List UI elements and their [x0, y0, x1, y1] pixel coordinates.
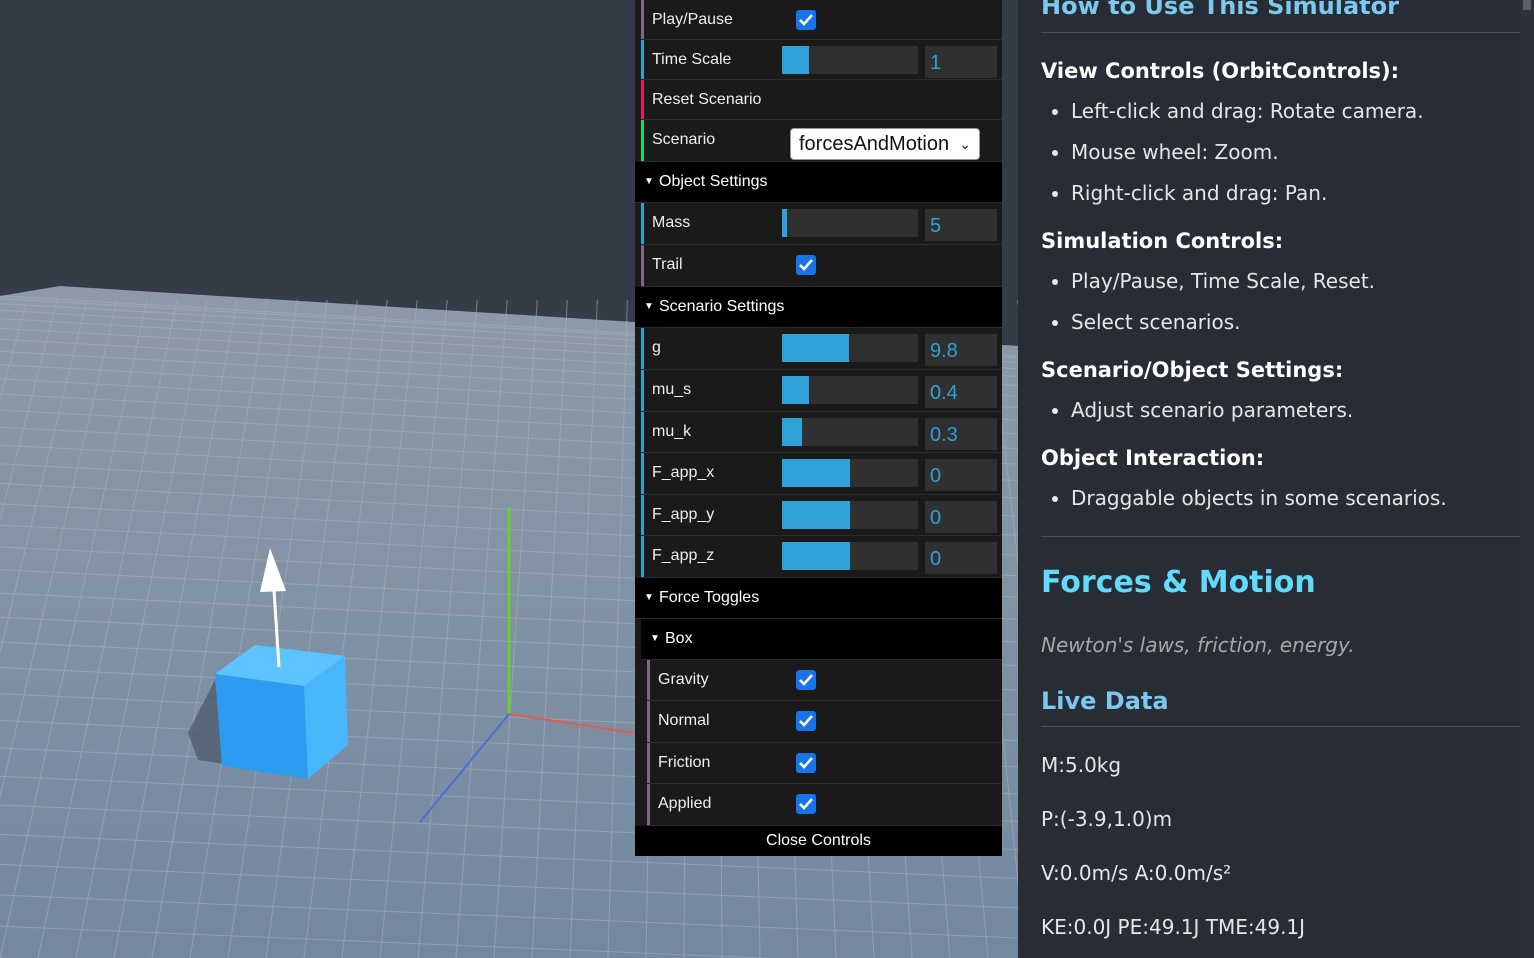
list-item: Mouse wheel: Zoom.	[1052, 140, 1279, 164]
list-item: Select scenarios.	[1052, 310, 1241, 334]
reset-scenario-label: Reset Scenario	[652, 91, 762, 108]
live-data-heading: Live Data	[1041, 687, 1169, 715]
param-row-mu-s: mu_s 0.4	[641, 370, 1002, 412]
chevron-down-icon: ⌄	[959, 136, 971, 152]
trail-checkbox[interactable]	[796, 255, 816, 275]
info-panel: How to Use This Simulator View Controls …	[1018, 0, 1534, 958]
object-settings-title: Object Settings	[659, 173, 768, 190]
param-input[interactable]: 0.4	[925, 376, 997, 408]
box-folder-title: Box	[665, 629, 693, 647]
param-slider[interactable]	[782, 376, 918, 404]
divider	[1041, 32, 1520, 33]
scenario-row: Scenario forcesAndMotion ⌄	[641, 120, 1002, 162]
close-controls-button[interactable]: Close Controls	[635, 825, 1002, 856]
trail-row[interactable]: Trail	[641, 245, 1002, 287]
scenario-selected-value: forcesAndMotion	[799, 133, 950, 155]
object-interaction-heading: Object Interaction:	[1041, 446, 1265, 470]
scenario-settings-title: Scenario Settings	[659, 298, 785, 315]
live-energy: KE:0.0J PE:49.1J TME:49.1J	[1041, 915, 1306, 939]
param-input[interactable]: 0	[925, 500, 997, 533]
time-scale-row: Time Scale 1	[641, 40, 1002, 80]
list-item: Draggable objects in some scenarios.	[1052, 486, 1447, 510]
toggle-checkbox[interactable]	[796, 752, 816, 773]
scenario-settings-folder[interactable]: ▼ Scenario Settings	[635, 287, 1002, 328]
controls-panel: Play/Pause Time Scale 1 Reset Scenario S…	[635, 0, 1002, 856]
toggle-row-gravity[interactable]: Gravity	[647, 659, 1002, 701]
param-slider[interactable]	[782, 417, 918, 446]
mass-slider[interactable]	[782, 209, 918, 237]
list-item: Right-click and drag: Pan.	[1052, 181, 1327, 205]
param-slider[interactable]	[782, 500, 918, 529]
info-scrollbar[interactable]	[1520, 0, 1534, 958]
param-slider[interactable]	[782, 459, 918, 487]
view-controls-heading: View Controls (OrbitControls):	[1041, 59, 1400, 83]
param-input[interactable]: 0.3	[925, 417, 997, 450]
caret-down-icon: ▼	[644, 301, 654, 312]
list-item: Left-click and drag: Rotate camera.	[1052, 99, 1424, 123]
toggle-row-friction[interactable]: Friction	[647, 742, 1002, 784]
toggle-checkbox[interactable]	[796, 669, 816, 690]
toggle-row-normal[interactable]: Normal	[647, 701, 1002, 743]
divider	[1041, 536, 1520, 537]
mass-label: Mass	[652, 214, 691, 231]
scenario-label: Scenario	[652, 131, 716, 148]
toggle-checkbox[interactable]	[796, 711, 816, 731]
caret-down-icon: ▼	[644, 591, 654, 603]
play-pause-label: Play/Pause	[652, 11, 733, 28]
toggle-row-applied[interactable]: Applied	[647, 784, 1002, 826]
param-input[interactable]: 9.8	[925, 334, 997, 366]
scenario-params-list: g 9.8 mu_s 0.4 mu_k 0.3 F_app_x 0 F_app_y 0 F_app_…	[635, 328, 1002, 578]
live-position: P:(-3.9,1.0)m	[1041, 807, 1173, 831]
simulation-controls-heading: Simulation Controls:	[1041, 229, 1284, 253]
play-pause-checkbox[interactable]	[796, 10, 816, 30]
play-pause-row[interactable]: Play/Pause	[641, 0, 1002, 40]
param-label: mu_s	[652, 381, 692, 398]
param-label: F_app_z	[652, 547, 715, 564]
param-row-f-app-y: F_app_y 0	[641, 494, 1002, 536]
param-row-f-app-x: F_app_x 0	[641, 453, 1002, 495]
time-scale-label: Time Scale	[652, 51, 732, 68]
settings-heading: Scenario/Object Settings:	[1041, 358, 1344, 382]
info-title: How to Use This Simulator	[1041, 0, 1399, 20]
param-row-mu-k: mu_k 0.3	[641, 411, 1002, 453]
mass-input[interactable]: 5	[925, 209, 997, 241]
box-object[interactable]	[215, 645, 348, 779]
param-input[interactable]: 0	[925, 459, 997, 491]
toggle-label: Applied	[658, 795, 712, 812]
toggle-label: Friction	[658, 753, 711, 771]
force-toggle-list: Gravity Normal Friction Applied	[635, 659, 1002, 826]
box-folder[interactable]: ▼ Box	[641, 618, 1002, 660]
object-settings-folder[interactable]: ▼ Object Settings	[635, 162, 1002, 203]
param-row-f-app-z: F_app_z 0	[641, 536, 1002, 578]
param-label: g	[652, 339, 661, 356]
param-slider[interactable]	[782, 334, 918, 362]
list-item: Adjust scenario parameters.	[1052, 398, 1353, 422]
param-row-g: g 9.8	[641, 328, 1002, 370]
scenario-title: Forces & Motion	[1041, 565, 1316, 600]
mass-row: Mass 5	[641, 203, 1002, 245]
live-mass: M:5.0kg	[1041, 753, 1122, 777]
scenario-select[interactable]: forcesAndMotion ⌄	[790, 128, 980, 160]
toggle-label: Gravity	[658, 670, 709, 688]
trail-label: Trail	[652, 256, 683, 273]
force-toggles-title: Force Toggles	[659, 588, 760, 606]
time-scale-slider[interactable]	[782, 46, 918, 74]
scenario-description: Newton's laws, friction, energy.	[1041, 633, 1355, 657]
toggle-label: Normal	[658, 712, 710, 729]
param-label: F_app_y	[652, 505, 715, 523]
live-velocity-acceleration: V:0.0m/s A:0.0m/s²	[1041, 861, 1232, 885]
divider	[1041, 726, 1520, 727]
param-label: mu_k	[652, 422, 692, 440]
caret-down-icon: ▼	[644, 176, 654, 187]
reset-scenario-button[interactable]: Reset Scenario	[641, 80, 1002, 120]
param-label: F_app_x	[652, 464, 715, 481]
toggle-checkbox[interactable]	[796, 794, 816, 814]
list-item: Play/Pause, Time Scale, Reset.	[1052, 269, 1375, 293]
param-slider[interactable]	[782, 542, 918, 570]
caret-down-icon: ▼	[650, 632, 660, 644]
force-toggles-folder[interactable]: ▼ Force Toggles	[635, 577, 1002, 619]
time-scale-input[interactable]: 1	[925, 46, 997, 78]
param-input[interactable]: 0	[925, 542, 997, 574]
